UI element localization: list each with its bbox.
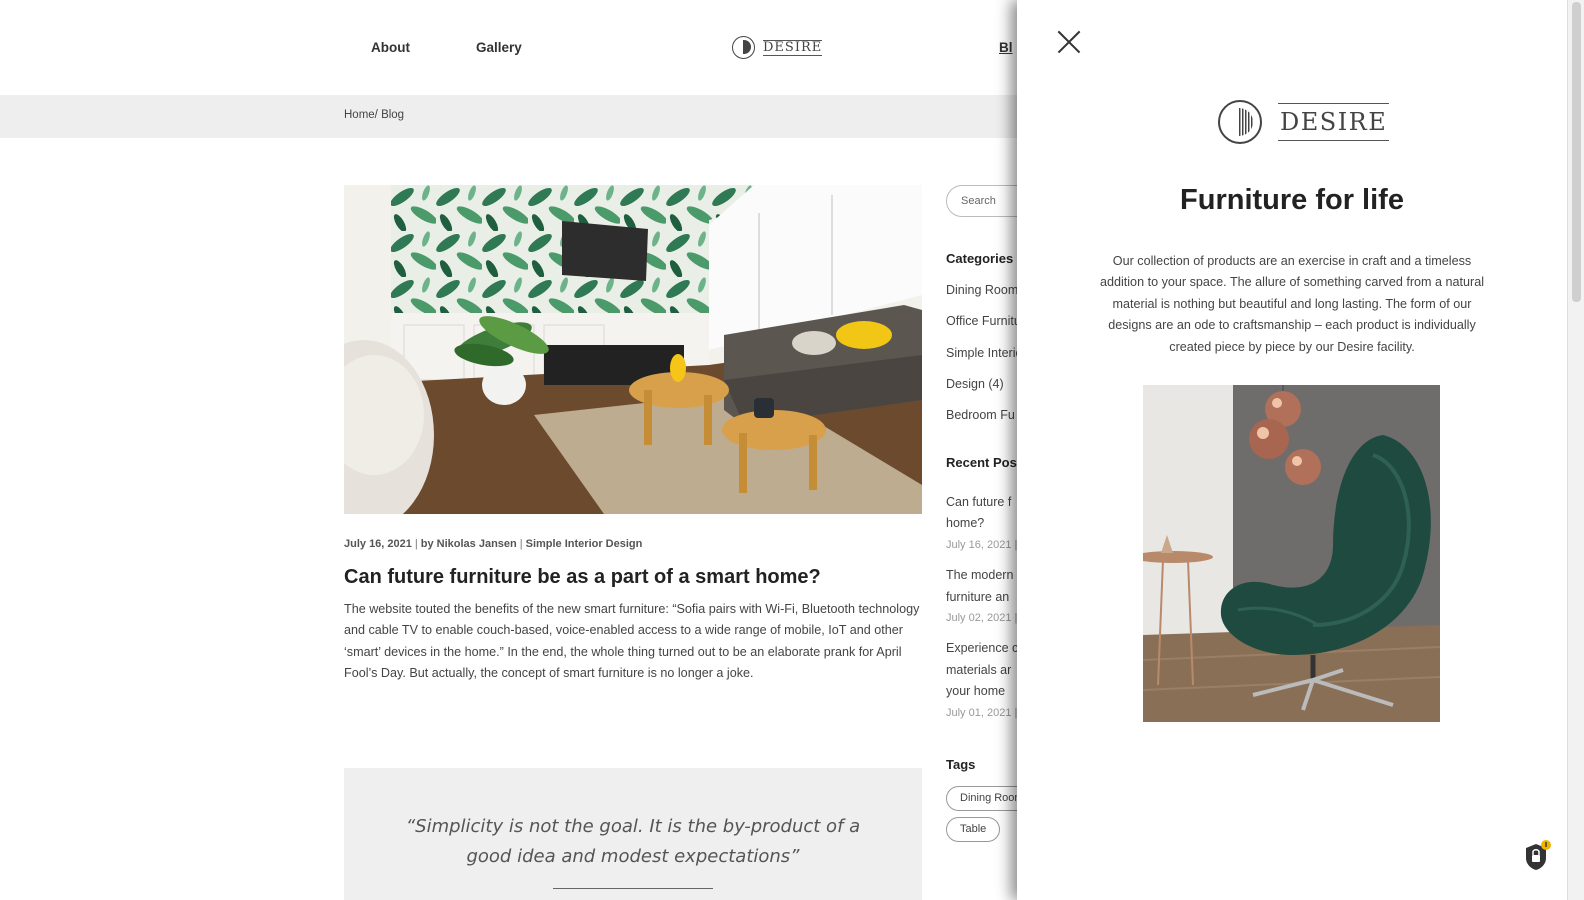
logo-mark-icon [732,36,755,59]
recent-post-date: July 01, 2021 | [946,707,1018,719]
recent-post-link[interactable]: your home [946,684,1005,698]
quote-block: “Simplicity is not the goal. It is the b… [344,768,922,900]
logo-mark-icon [1218,100,1262,144]
tag-pill[interactable]: Table [946,817,1001,842]
post-title[interactable]: Can future furniture be as a part of a s… [344,566,944,589]
panel-description: Our collection of products are an exerci… [1099,254,1485,354]
living-room-image [344,185,922,514]
recent-post-link[interactable]: Experience c [946,641,1018,655]
nav-gallery[interactable]: Gallery [476,40,522,55]
side-panel: DESIRE Furniture for life Our collection… [1017,0,1567,900]
post-excerpt: The website touted the benefits of the n… [344,602,920,681]
post-featured-image[interactable] [344,185,922,514]
panel-logo: DESIRE [1218,100,1390,144]
recent-post-link[interactable]: materials ar [946,663,1011,677]
recent-post-link[interactable]: Can future f [946,495,1011,509]
recent-post-date: July 16, 2021 | [946,539,1018,551]
tags-heading: Tags [946,757,976,772]
nav-blog[interactable]: Bl [999,40,1013,55]
breadcrumb[interactable]: Home/ Blog [344,109,404,121]
category-item[interactable]: Bedroom Fu [946,408,1015,422]
recent-post-link[interactable]: home? [946,516,984,530]
post-author[interactable]: Nikolas Jansen [437,538,517,550]
post-category[interactable]: Simple Interior Design [526,538,643,550]
page-scrollbar[interactable] [1567,0,1584,900]
privacy-shield-icon[interactable] [1522,840,1552,872]
logo-text: DESIRE [763,39,823,56]
close-icon[interactable] [1057,30,1081,54]
category-item[interactable]: Simple Interior [946,346,1027,360]
categories-heading: Categories [946,251,1014,266]
post-by-label: by [420,538,434,550]
category-item[interactable]: Dining Room [946,283,1018,297]
chair-image [1143,385,1440,722]
panel-chair-image [1143,385,1440,722]
post-meta: July 16, 2021 | by Nikolas Jansen | Simple I… [344,538,643,550]
recent-post-link[interactable]: furniture an [946,590,1009,604]
category-item[interactable]: Design (4) [946,377,1004,391]
site-logo[interactable]: DESIRE [732,36,823,59]
quote-divider [553,888,713,889]
recent-posts-heading: Recent Pos [946,455,1017,470]
scrollbar-thumb[interactable] [1572,2,1581,302]
quote-text: “Simplicity is not the goal. It is the b… [405,816,861,867]
post-date: July 16, 2021 [344,538,412,550]
recent-post-link[interactable]: The modern [946,568,1013,582]
panel-logo-text: DESIRE [1278,103,1390,141]
recent-post-date: July 02, 2021 | [946,612,1018,624]
panel-title: Furniture for life [1180,184,1404,216]
nav-about[interactable]: About [371,40,410,55]
